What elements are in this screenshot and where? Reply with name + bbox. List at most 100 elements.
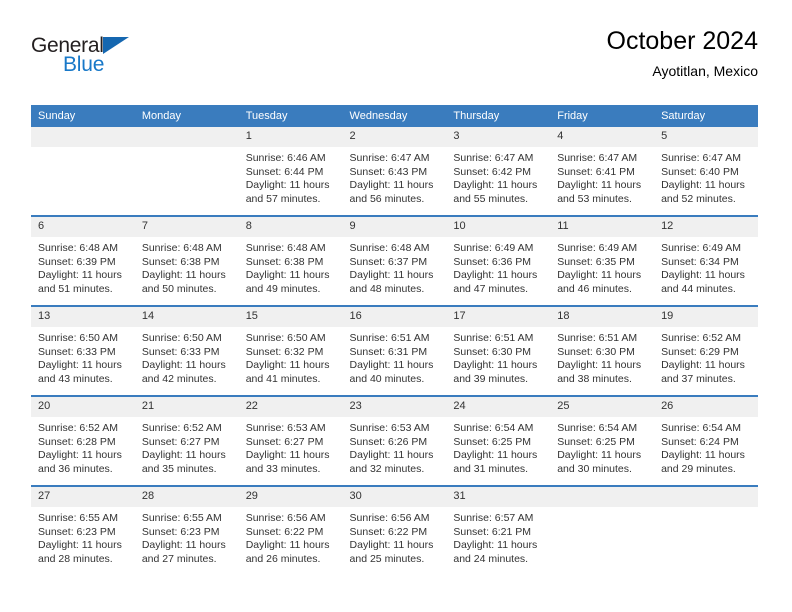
day-sun-info: Sunrise: 6:52 AM Sunset: 6:28 PM Daylight:…	[31, 417, 135, 476]
calendar-day-cell[interactable]: 10 Sunrise: 6:49 AM Sunset: 6:36 PM Dayligh…	[446, 215, 551, 306]
day-number: 21	[134, 397, 239, 417]
day-sun-info: Sunrise: 6:47 AM Sunset: 6:42 PM Daylight:…	[446, 147, 550, 206]
calendar-day-cell[interactable]: 14 Sunrise: 6:50 AM Sunset: 6:33 PM Dayligh…	[134, 305, 239, 396]
day-number: 28	[134, 487, 239, 507]
sunrise-text: Sunrise: 6:56 AM	[245, 512, 326, 524]
daylight-text: Daylight: 11 hours and 57 minutes.	[245, 179, 330, 205]
day-number: 10	[446, 217, 551, 237]
daylight-text: Daylight: 11 hours and 42 minutes.	[141, 359, 226, 385]
daylight-text: Daylight: 11 hours and 49 minutes.	[245, 269, 330, 295]
daylight-text: Daylight: 11 hours and 53 minutes.	[557, 179, 642, 205]
calendar-day-cell[interactable]: 13 Sunrise: 6:50 AM Sunset: 6:33 PM Dayligh…	[31, 305, 135, 396]
calendar-week-row: 1 Sunrise: 6:46 AM Sunset: 6:44 PM Daylight…	[31, 127, 758, 216]
day-sun-info: Sunrise: 6:56 AM Sunset: 6:22 PM Daylight:…	[343, 507, 447, 566]
sunset-text: Sunset: 6:23 PM	[38, 525, 116, 538]
weekday-header-friday: Friday	[550, 105, 655, 127]
sunrise-text: Sunrise: 6:56 AM	[349, 512, 430, 524]
sunset-text: Sunset: 6:28 PM	[38, 435, 116, 448]
calendar-day-cell[interactable]: 1 Sunrise: 6:46 AM Sunset: 6:44 PM Daylight…	[238, 127, 343, 216]
day-sun-info: Sunrise: 6:48 AM Sunset: 6:38 PM Daylight:…	[239, 237, 343, 296]
day-sun-info: Sunrise: 6:55 AM Sunset: 6:23 PM Daylight:…	[135, 507, 239, 566]
calendar-day-cell[interactable]: 21 Sunrise: 6:52 AM Sunset: 6:27 PM Dayligh…	[134, 395, 239, 486]
calendar-week-row: 6 Sunrise: 6:48 AM Sunset: 6:39 PM Daylight…	[31, 215, 758, 306]
sunrise-text: Sunrise: 6:50 AM	[245, 332, 326, 344]
sunrise-text: Sunrise: 6:50 AM	[38, 332, 118, 344]
logo-triangle-icon	[103, 37, 129, 54]
calendar-header-row: Sunday Monday Tuesday Wednesday Thursday Frid…	[31, 105, 758, 127]
sunrise-text: Sunrise: 6:46 AM	[245, 152, 326, 164]
calendar-day-cell[interactable]: 19 Sunrise: 6:52 AM Sunset: 6:29 PM Dayligh…	[654, 305, 758, 396]
day-number: 7	[134, 217, 239, 237]
daylight-text: Daylight: 11 hours and 50 minutes.	[141, 269, 226, 295]
sunrise-text: Sunrise: 6:51 AM	[453, 332, 534, 344]
calendar-day-cell[interactable]: 3 Sunrise: 6:47 AM Sunset: 6:42 PM Daylight…	[446, 127, 551, 216]
calendar-day-cell[interactable]: 7 Sunrise: 6:48 AM Sunset: 6:38 PM Daylight…	[134, 215, 239, 306]
calendar-day-cell[interactable]: 30 Sunrise: 6:56 AM Sunset: 6:22 PM Dayligh…	[342, 485, 447, 575]
calendar-day-cell[interactable]: 11 Sunrise: 6:49 AM Sunset: 6:35 PM Dayligh…	[550, 215, 655, 306]
daylight-text: Daylight: 11 hours and 47 minutes.	[453, 269, 538, 295]
calendar-day-cell[interactable]: 9 Sunrise: 6:48 AM Sunset: 6:37 PM Daylight…	[342, 215, 447, 306]
weekday-header-monday: Monday	[134, 105, 239, 127]
sunrise-text: Sunrise: 6:55 AM	[38, 512, 118, 524]
daylight-text: Daylight: 11 hours and 55 minutes.	[453, 179, 538, 205]
day-sun-info: Sunrise: 6:53 AM Sunset: 6:27 PM Daylight:…	[239, 417, 343, 476]
day-number	[31, 127, 135, 147]
day-number: 11	[550, 217, 655, 237]
day-number: 6	[31, 217, 135, 237]
calendar-day-cell[interactable]: 18 Sunrise: 6:51 AM Sunset: 6:30 PM Dayligh…	[550, 305, 655, 396]
calendar-day-cell[interactable]: 15 Sunrise: 6:50 AM Sunset: 6:32 PM Dayligh…	[238, 305, 343, 396]
calendar-day-cell[interactable]: 31 Sunrise: 6:57 AM Sunset: 6:21 PM Dayligh…	[446, 485, 551, 575]
sunrise-text: Sunrise: 6:52 AM	[661, 332, 742, 344]
calendar-day-cell[interactable]: 4 Sunrise: 6:47 AM Sunset: 6:41 PM Daylight…	[550, 127, 655, 216]
calendar-day-cell[interactable]: 22 Sunrise: 6:53 AM Sunset: 6:27 PM Dayligh…	[238, 395, 343, 486]
calendar-week-row: 27 Sunrise: 6:55 AM Sunset: 6:23 PM Dayligh…	[31, 485, 758, 575]
calendar-day-cell[interactable]: 6 Sunrise: 6:48 AM Sunset: 6:39 PM Daylight…	[31, 215, 135, 306]
sunset-text: Sunset: 6:22 PM	[245, 525, 324, 538]
day-number: 1	[238, 127, 343, 147]
title-block: October 2024 Ayotitlan, Mexico	[607, 26, 759, 81]
month-calendar: Sunday Monday Tuesday Wednesday Thursday Frid…	[31, 105, 758, 575]
sunset-text: Sunset: 6:30 PM	[557, 345, 635, 358]
calendar-day-cell[interactable]: 25 Sunrise: 6:54 AM Sunset: 6:25 PM Dayligh…	[550, 395, 655, 486]
calendar-day-cell[interactable]: 29 Sunrise: 6:56 AM Sunset: 6:22 PM Dayligh…	[238, 485, 343, 575]
day-number: 9	[342, 217, 447, 237]
daylight-text: Daylight: 11 hours and 31 minutes.	[453, 449, 538, 475]
sunset-text: Sunset: 6:24 PM	[661, 435, 739, 448]
day-number: 3	[446, 127, 551, 147]
calendar-day-cell[interactable]: 17 Sunrise: 6:51 AM Sunset: 6:30 PM Dayligh…	[446, 305, 551, 396]
calendar-day-cell[interactable]: 5 Sunrise: 6:47 AM Sunset: 6:40 PM Daylight…	[654, 127, 758, 216]
daylight-text: Daylight: 11 hours and 24 minutes.	[453, 539, 538, 565]
calendar-day-cell[interactable]: 20 Sunrise: 6:52 AM Sunset: 6:28 PM Dayligh…	[31, 395, 135, 486]
day-sun-info: Sunrise: 6:46 AM Sunset: 6:44 PM Daylight:…	[239, 147, 343, 206]
sunset-text: Sunset: 6:23 PM	[141, 525, 220, 538]
day-number: 20	[31, 397, 135, 417]
day-number: 25	[550, 397, 655, 417]
calendar-day-cell[interactable]: 16 Sunrise: 6:51 AM Sunset: 6:31 PM Dayligh…	[342, 305, 447, 396]
sunset-text: Sunset: 6:44 PM	[245, 165, 324, 178]
daylight-text: Daylight: 11 hours and 43 minutes.	[38, 359, 122, 385]
sunrise-text: Sunrise: 6:52 AM	[38, 422, 118, 434]
calendar-day-cell[interactable]: 8 Sunrise: 6:48 AM Sunset: 6:38 PM Daylight…	[238, 215, 343, 306]
day-sun-info: Sunrise: 6:49 AM Sunset: 6:34 PM Daylight:…	[654, 237, 758, 296]
daylight-text: Daylight: 11 hours and 36 minutes.	[38, 449, 122, 475]
day-sun-info: Sunrise: 6:56 AM Sunset: 6:22 PM Daylight:…	[239, 507, 343, 566]
calendar-day-cell[interactable]: 24 Sunrise: 6:54 AM Sunset: 6:25 PM Dayligh…	[446, 395, 551, 486]
calendar-day-cell[interactable]: 26 Sunrise: 6:54 AM Sunset: 6:24 PM Dayligh…	[654, 395, 758, 486]
day-sun-info: Sunrise: 6:47 AM Sunset: 6:40 PM Daylight:…	[654, 147, 758, 206]
calendar-day-cell[interactable]: 12 Sunrise: 6:49 AM Sunset: 6:34 PM Dayligh…	[654, 215, 758, 306]
calendar-day-cell[interactable]: 27 Sunrise: 6:55 AM Sunset: 6:23 PM Dayligh…	[31, 485, 135, 575]
calendar-cell-empty	[550, 485, 655, 575]
day-number: 31	[446, 487, 551, 507]
daylight-text: Daylight: 11 hours and 25 minutes.	[349, 539, 434, 565]
sunset-text: Sunset: 6:25 PM	[453, 435, 532, 448]
day-number: 18	[550, 307, 655, 327]
day-number: 29	[238, 487, 343, 507]
calendar-day-cell[interactable]: 28 Sunrise: 6:55 AM Sunset: 6:23 PM Dayligh…	[134, 485, 239, 575]
calendar-day-cell[interactable]: 23 Sunrise: 6:53 AM Sunset: 6:26 PM Dayligh…	[342, 395, 447, 486]
page-subtitle: Ayotitlan, Mexico	[652, 63, 758, 79]
calendar-day-cell[interactable]: 2 Sunrise: 6:47 AM Sunset: 6:43 PM Daylight…	[342, 127, 447, 216]
day-sun-info: Sunrise: 6:54 AM Sunset: 6:25 PM Daylight:…	[550, 417, 654, 476]
calendar-week-row: 20 Sunrise: 6:52 AM Sunset: 6:28 PM Dayligh…	[31, 395, 758, 486]
sunrise-text: Sunrise: 6:49 AM	[557, 242, 638, 254]
day-sun-info: Sunrise: 6:53 AM Sunset: 6:26 PM Daylight:…	[343, 417, 447, 476]
